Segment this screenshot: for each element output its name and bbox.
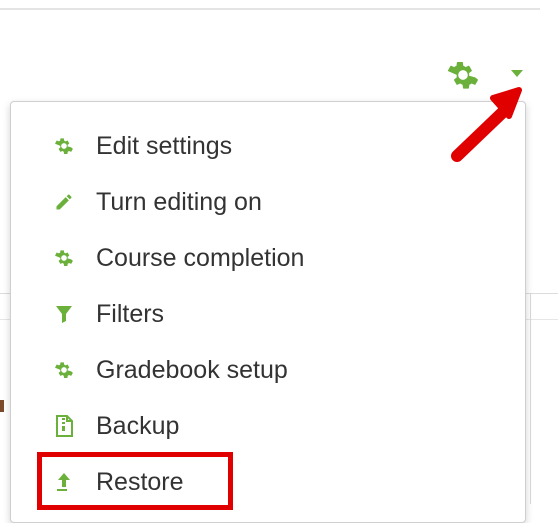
- actions-menu-caret-icon[interactable]: [511, 70, 523, 77]
- filter-icon: [53, 303, 75, 325]
- menu-item-label: Gradebook setup: [96, 355, 288, 384]
- gear-icon: [53, 359, 75, 381]
- menu-item-label: Backup: [96, 411, 180, 440]
- menu-item-label: Course completion: [96, 243, 305, 272]
- menu-item-turn-editing-on[interactable]: Turn editing on: [11, 182, 525, 222]
- gear-icon: [53, 247, 75, 269]
- menu-item-gradebook-setup[interactable]: Gradebook setup: [11, 350, 525, 390]
- gear-icon: [53, 135, 75, 157]
- menu-item-label: Filters: [96, 299, 165, 328]
- menu-item-label: Turn editing on: [96, 187, 262, 216]
- background-fragment: [0, 400, 4, 412]
- top-divider: [0, 8, 540, 10]
- menu-item-course-completion[interactable]: Course completion: [11, 238, 525, 278]
- menu-item-backup[interactable]: Backup: [11, 406, 525, 446]
- annotation-arrow-icon: [451, 87, 522, 162]
- background-divider: [530, 293, 531, 504]
- file-archive-icon: [53, 415, 75, 437]
- menu-item-filters[interactable]: Filters: [11, 294, 525, 334]
- restore-highlight-box: [37, 452, 233, 510]
- pencil-icon: [53, 191, 75, 213]
- menu-item-label: Edit settings: [96, 131, 233, 160]
